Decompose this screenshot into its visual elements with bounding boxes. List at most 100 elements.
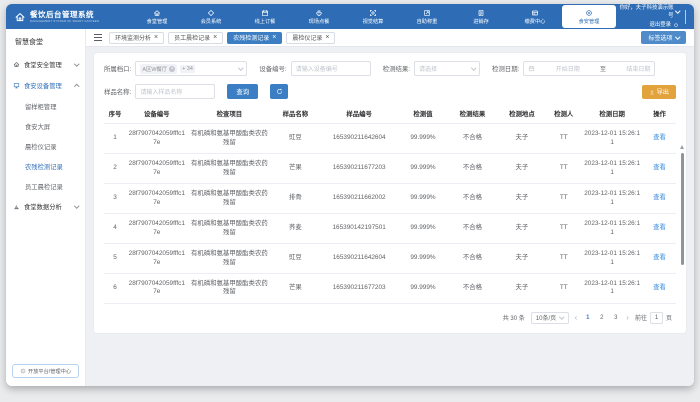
- top-nav-item[interactable]: 食堂管理: [130, 4, 184, 29]
- records-table: 序号 设备编号 检查项目 样品名称 样品编号 检测值: [104, 107, 676, 304]
- export-button[interactable]: 导出: [642, 85, 676, 99]
- page-tab[interactable]: 员工晨检记录 ×: [168, 32, 223, 44]
- sidebar-item-label: 农残检测记录: [25, 162, 63, 171]
- date-range-picker[interactable]: 开始日期 至 结束日期: [523, 61, 655, 76]
- sidebar-item[interactable]: 晨检仪记录: [6, 136, 85, 156]
- nav-icon: [207, 9, 215, 17]
- dock-multiselect[interactable]: A区W餐厅 × + 34: [135, 61, 247, 76]
- close-icon[interactable]: ×: [325, 34, 329, 41]
- page-tab[interactable]: 晨检仪记录 ×: [286, 32, 335, 44]
- table-row[interactable]: 1 28f7907042059fffc17e 有机磷和氨基甲酸酯类农药残留 豇豆…: [104, 124, 676, 154]
- nav-label: 现场点餐: [309, 18, 330, 25]
- view-link[interactable]: 查看: [653, 254, 666, 261]
- view-link[interactable]: 查看: [653, 284, 666, 291]
- cell-value: 99.999%: [399, 154, 447, 184]
- page-size-select[interactable]: 10条/页: [531, 312, 569, 324]
- top-nav-item[interactable]: 现场点餐: [292, 4, 346, 29]
- view-link[interactable]: 查看: [653, 194, 666, 201]
- logo-house-icon: [14, 11, 26, 23]
- cell-inspector: TT: [546, 274, 581, 304]
- sidebar-item[interactable]: 食堂安全管理: [6, 54, 85, 75]
- table-header-cell: 检测值: [399, 107, 447, 124]
- top-nav-item[interactable]: 线上订餐: [238, 4, 292, 29]
- sidebar-menu: 食堂安全管理 食安设备管理 留样柜管理: [6, 54, 85, 217]
- scrollbar-up-arrow[interactable]: [680, 145, 684, 149]
- sidebar-item[interactable]: 员工晨检记录: [6, 176, 85, 196]
- open-platform-button[interactable]: 开放平台/管理中心: [12, 364, 79, 378]
- cell-result: 不合格: [447, 214, 498, 244]
- user-account-menu[interactable]: 你好，夫子科技演示账号: [616, 4, 679, 21]
- result-select[interactable]: 请选择: [414, 61, 480, 76]
- view-link[interactable]: 查看: [653, 134, 666, 141]
- scrollbar-thumb[interactable]: [681, 153, 685, 265]
- nav-label: 自助称重: [417, 18, 438, 25]
- top-nav-item[interactable]: 自助称重: [400, 4, 454, 29]
- sidebar-item[interactable]: 食安设备管理: [6, 75, 85, 96]
- close-icon[interactable]: ×: [213, 34, 217, 41]
- page-tab[interactable]: 环境监测分析 ×: [109, 32, 164, 44]
- page-number[interactable]: 2: [597, 315, 606, 321]
- nav-icon: [153, 9, 161, 17]
- sidebar-item[interactable]: 留样柜管理: [6, 96, 85, 116]
- filter-row-2: 样品名称: 请输入样品名称 查询 导出: [104, 84, 676, 99]
- nav-label: 缴费中心: [525, 18, 546, 25]
- top-nav-item[interactable]: 视觉结算: [346, 4, 400, 29]
- tab-label: 农残检测记录: [233, 33, 269, 42]
- prev-page-button[interactable]: ‹: [575, 314, 578, 322]
- table-row[interactable]: 5 28f7907042059fffc17e 有机磷和氨基甲酸酯类农药残留 豇豆…: [104, 244, 676, 274]
- cell-date: 2023-12-01 15:26:11: [581, 244, 643, 274]
- cell-date: 2023-12-01 15:26:11: [581, 274, 643, 304]
- cell-value: 99.999%: [399, 244, 447, 274]
- total-count: 共 30 条: [503, 313, 525, 322]
- top-nav-item[interactable]: 食安管理: [562, 5, 616, 28]
- sidebar-item[interactable]: 农残检测记录: [6, 156, 85, 176]
- next-page-button[interactable]: ›: [626, 314, 629, 322]
- goto-page-input[interactable]: 1: [650, 312, 663, 324]
- sidebar-item-icon: [13, 203, 20, 210]
- close-icon[interactable]: ×: [272, 34, 276, 41]
- page-tab[interactable]: 农残检测记录 ×: [227, 32, 282, 44]
- table-row[interactable]: 3 28f7907042059fffc17e 有机磷和氨基甲酸酯类农药残留 排骨…: [104, 184, 676, 214]
- cell-sample: 荞麦: [271, 214, 319, 244]
- top-nav-item[interactable]: 缴费中心: [508, 4, 562, 29]
- nav-icon: [423, 9, 431, 17]
- sidebar-item[interactable]: 食安大屏: [6, 116, 85, 136]
- nav-icon: [261, 9, 269, 17]
- sample-name-input[interactable]: 请输入样品名称: [135, 84, 215, 99]
- menu-collapse-icon[interactable]: [94, 34, 102, 41]
- refresh-icon: [276, 88, 283, 95]
- table-header-cell: 检测结果: [447, 107, 498, 124]
- sidebar-item-icon: [13, 82, 20, 89]
- table-header-cell: 样品名称: [271, 107, 319, 124]
- view-link[interactable]: 查看: [653, 164, 666, 171]
- table-row[interactable]: 2 28f7907042059fffc17e 有机磷和氨基甲酸酯类农药残留 芒果…: [104, 154, 676, 184]
- page-number[interactable]: 3: [611, 315, 620, 321]
- device-number-input[interactable]: 请输入设备编号: [291, 61, 371, 76]
- page-number[interactable]: 1: [583, 315, 592, 321]
- chevron-down-icon: [238, 65, 243, 70]
- tag-close-icon[interactable]: ×: [169, 66, 175, 72]
- info-icon: [20, 368, 26, 374]
- table-row[interactable]: 6 28f7907042059fffc17e 有机磷和氨基甲酸酯类农药残留 芒果…: [104, 274, 676, 304]
- tab-options-button[interactable]: 标签选项: [641, 31, 686, 44]
- top-header: 餐饮后台管理系统 MANAGEMENT SYSTEM OF SMART CANT…: [6, 4, 694, 29]
- search-button[interactable]: 查询: [227, 84, 258, 99]
- nav-label: 进销存: [473, 18, 489, 25]
- sidebar-item[interactable]: 食堂数据分析: [6, 196, 85, 217]
- sidebar-item-icon: [13, 61, 20, 68]
- table-header-cell: 设备编号: [126, 107, 188, 124]
- top-nav: 食堂管理 会员系统 线上订餐 现场点餐: [130, 4, 616, 29]
- top-nav-item[interactable]: 进销存: [454, 4, 508, 29]
- reset-button[interactable]: [270, 84, 288, 99]
- cell-no: 1: [104, 124, 126, 154]
- table-row[interactable]: 4 28f7907042059fffc17e 有机磷和氨基甲酸酯类农药残留 荞麦…: [104, 214, 676, 244]
- table-header-cell: 操作: [643, 107, 676, 124]
- power-icon: [673, 22, 679, 28]
- cell-device: 28f7907042059fffc17e: [126, 124, 188, 154]
- view-link[interactable]: 查看: [653, 224, 666, 231]
- chevron-down-icon: [675, 9, 680, 14]
- top-nav-item[interactable]: 会员系统: [184, 4, 238, 29]
- cell-location: 夫子: [498, 184, 546, 214]
- close-icon[interactable]: ×: [154, 34, 158, 41]
- filter-row-1: 所属档口: A区W餐厅 × + 34 设备编号:: [104, 61, 676, 76]
